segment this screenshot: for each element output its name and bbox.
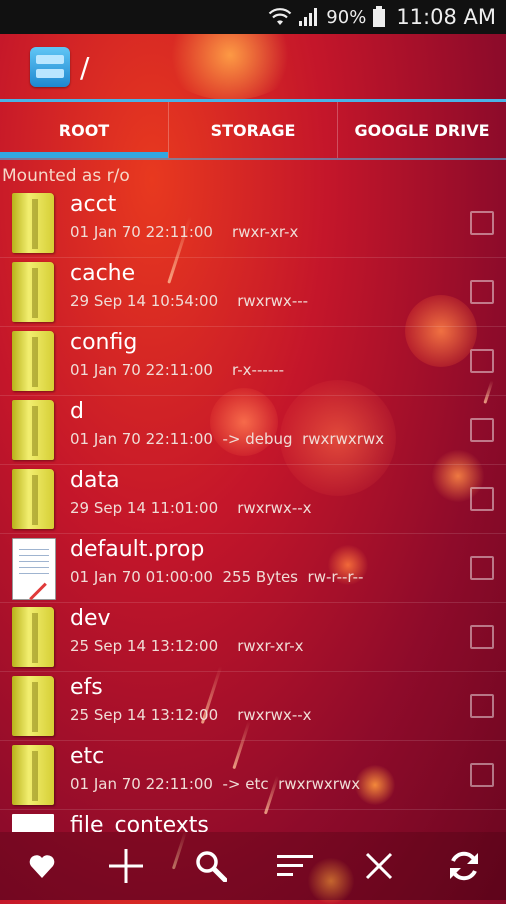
mount-status: Mounted as r/o	[2, 166, 130, 186]
list-item[interactable]: data 29 Sep 14 11:01:00 rwxrwx--x	[0, 465, 506, 534]
folder-icon	[12, 400, 54, 460]
file-name: file_contexts	[70, 813, 209, 832]
select-checkbox[interactable]	[470, 418, 494, 442]
list-item[interactable]: acct 01 Jan 70 22:11:00 rwxr-xr-x	[0, 189, 506, 258]
wifi-icon	[268, 7, 292, 27]
refresh-icon[interactable]	[441, 843, 487, 889]
folder-icon	[12, 331, 54, 391]
folder-icon	[12, 193, 54, 253]
select-checkbox[interactable]	[470, 556, 494, 580]
tab-root[interactable]: ROOT	[0, 102, 168, 158]
file-cabinet-icon[interactable]	[30, 47, 70, 87]
list-item[interactable]: dev 25 Sep 14 13:12:00 rwxr-xr-x	[0, 603, 506, 672]
folder-icon	[12, 262, 54, 322]
file-list: acct 01 Jan 70 22:11:00 rwxr-xr-x cache …	[0, 189, 506, 832]
list-item[interactable]: efs 25 Sep 14 13:12:00 rwxrwx--x	[0, 672, 506, 741]
folder-icon	[12, 676, 54, 736]
file-meta: 01 Jan 70 22:11:00 -> debug rwxrwxrwx	[70, 430, 385, 448]
file-meta: 01 Jan 70 22:11:00 r-x------	[70, 361, 285, 379]
clock: 11:08 AM	[396, 5, 496, 29]
location-tabs: ROOT STORAGE GOOGLE DRIVE	[0, 102, 506, 158]
list-item[interactable]: d 01 Jan 70 22:11:00 -> debug rwxrwxrwx	[0, 396, 506, 465]
favorites-heart-icon[interactable]	[19, 843, 65, 889]
tabs-divider	[0, 158, 506, 160]
add-plus-icon[interactable]	[103, 843, 149, 889]
file-meta: 25 Sep 14 13:12:00 rwxrwx--x	[70, 706, 312, 724]
tab-google-drive[interactable]: GOOGLE DRIVE	[337, 102, 506, 158]
folder-icon	[12, 607, 54, 667]
app-bar: /	[0, 34, 506, 100]
tab-storage[interactable]: STORAGE	[168, 102, 337, 158]
file-meta: 01 Jan 70 22:11:00 -> etc rwxrwxrwx	[70, 775, 361, 793]
file-name: default.prop	[70, 537, 205, 562]
file-name: efs	[70, 675, 103, 700]
signal-icon	[298, 7, 320, 27]
file-name: acct	[70, 192, 117, 217]
select-checkbox[interactable]	[470, 211, 494, 235]
search-icon[interactable]	[188, 843, 234, 889]
file-name: data	[70, 468, 120, 493]
list-item[interactable]: default.prop 01 Jan 70 01:00:00 255 Byte…	[0, 534, 506, 603]
select-checkbox[interactable]	[470, 763, 494, 787]
select-checkbox[interactable]	[470, 280, 494, 304]
battery-percent: 90%	[326, 6, 367, 28]
file-meta: 01 Jan 70 22:11:00 rwxr-xr-x	[70, 223, 299, 241]
folder-icon	[12, 745, 54, 805]
file-meta: 29 Sep 14 10:54:00 rwxrwx---	[70, 292, 309, 310]
file-name: etc	[70, 744, 105, 769]
folder-icon	[12, 469, 54, 529]
list-item[interactable]: config 01 Jan 70 22:11:00 r-x------	[0, 327, 506, 396]
bottom-action-bar	[0, 832, 506, 900]
list-item[interactable]: etc 01 Jan 70 22:11:00 -> etc rwxrwxrwx	[0, 741, 506, 810]
battery-icon	[372, 6, 386, 28]
select-checkbox[interactable]	[470, 694, 494, 718]
file-meta: 29 Sep 14 11:01:00 rwxrwx--x	[70, 499, 312, 517]
file-name: dev	[70, 606, 111, 631]
text-file-icon	[12, 538, 56, 600]
current-path[interactable]: /	[80, 51, 89, 84]
status-bar: 90% 11:08 AM	[0, 0, 506, 34]
select-checkbox[interactable]	[470, 625, 494, 649]
list-item[interactable]: cache 29 Sep 14 10:54:00 rwxrwx---	[0, 258, 506, 327]
select-checkbox[interactable]	[470, 487, 494, 511]
file-meta: 01 Jan 70 01:00:00 255 Bytes rw-r--r--	[70, 568, 364, 586]
file-name: cache	[70, 261, 136, 286]
close-x-icon[interactable]	[356, 843, 402, 889]
file-meta: 25 Sep 14 13:12:00 rwxr-xr-x	[70, 637, 304, 655]
file-name: config	[70, 330, 138, 355]
select-checkbox[interactable]	[470, 349, 494, 373]
file-name: d	[70, 399, 84, 424]
file-icon	[12, 814, 54, 832]
list-item[interactable]: file_contexts	[0, 810, 506, 832]
sort-icon[interactable]	[272, 843, 318, 889]
